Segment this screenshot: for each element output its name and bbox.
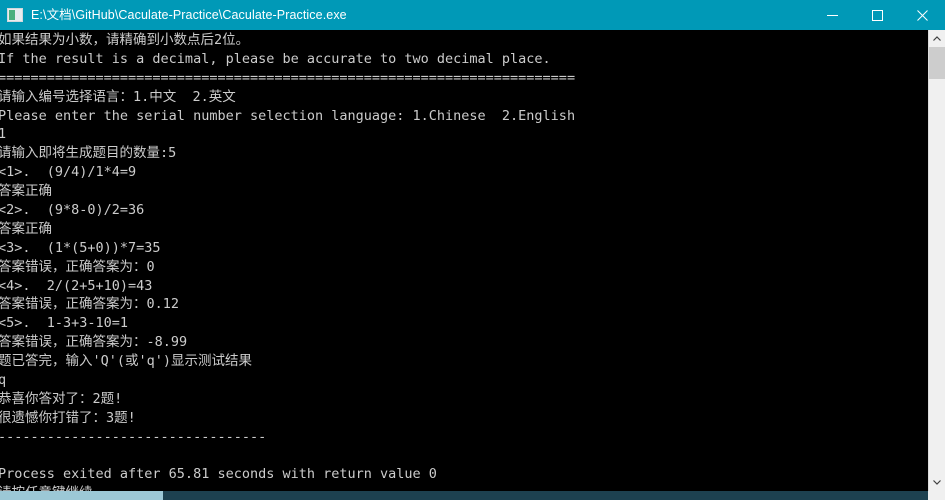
console-output-area[interactable]: 如果结果为小数，请精确到小数点后2位。 If the result is a d… [0, 30, 928, 491]
console-line-user-input: q [0, 372, 7, 389]
scrollbar-corner [928, 491, 945, 500]
scroll-down-button[interactable] [929, 474, 945, 491]
console-line: 答案正确 [0, 183, 52, 200]
console-line: <4>. 2/(2+5+10)=43 [0, 277, 153, 294]
maximize-button[interactable] [855, 0, 900, 30]
window-title: E:\文档\GitHub\Caculate-Practice\Caculate-… [31, 8, 347, 22]
minimize-button[interactable] [810, 0, 855, 30]
close-button[interactable] [900, 0, 945, 30]
console-line: <2>. (9*8-0)/2=36 [0, 202, 145, 219]
horizontal-scrollbar[interactable] [0, 491, 945, 500]
horizontal-scrollbar-thumb[interactable] [0, 491, 163, 500]
console-line: If the result is a decimal, please be ac… [0, 50, 551, 67]
console-line-user-input: 1 [0, 126, 7, 143]
console-line: 请输入编号选择语言：1.中文 2.英文 [0, 88, 236, 105]
console-line: <3>. (1*(5+0))*7=35 [0, 239, 161, 256]
console-line: Process exited after 65.81 seconds with … [0, 466, 437, 483]
console-line: 请输入即将生成题目的数量:5 [0, 145, 177, 162]
console-line: --------------------------------- [0, 428, 267, 445]
console-line: 恭喜你答对了：2题! [0, 390, 123, 407]
console-line: 答案错误，正确答案为：0 [0, 258, 155, 275]
console-line: ========================================… [0, 69, 576, 86]
console-line: 很遗憾你打错了：3题! [0, 409, 136, 426]
vertical-scrollbar[interactable] [928, 30, 945, 491]
console-line: 答案正确 [0, 220, 52, 237]
console-line: 如果结果为小数，请精确到小数点后2位。 [0, 32, 250, 48]
console-line: 请按任意键继续. . . [0, 484, 928, 491]
title-bar[interactable]: E:\文档\GitHub\Caculate-Practice\Caculate-… [0, 0, 945, 30]
console-window: E:\文档\GitHub\Caculate-Practice\Caculate-… [0, 0, 945, 500]
window-controls [810, 0, 945, 30]
scroll-up-button[interactable] [929, 30, 945, 47]
console-line: 答案错误，正确答案为：0.12 [0, 296, 180, 313]
console-text-block: 如果结果为小数，请精确到小数点后2位。 If the result is a d… [0, 30, 928, 491]
console-line: 答案错误，正确答案为：-8.99 [0, 334, 188, 351]
vertical-scrollbar-thumb[interactable] [929, 47, 945, 79]
console-line: Please enter the serial number selection… [0, 107, 576, 124]
console-line: 题已答完，输入'Q'(或'q')显示测试结果 [0, 353, 253, 370]
console-line: <1>. (9/4)/1*4=9 [0, 164, 137, 181]
console-line: <5>. 1-3+3-10=1 [0, 315, 129, 332]
console-window-icon [7, 8, 23, 22]
